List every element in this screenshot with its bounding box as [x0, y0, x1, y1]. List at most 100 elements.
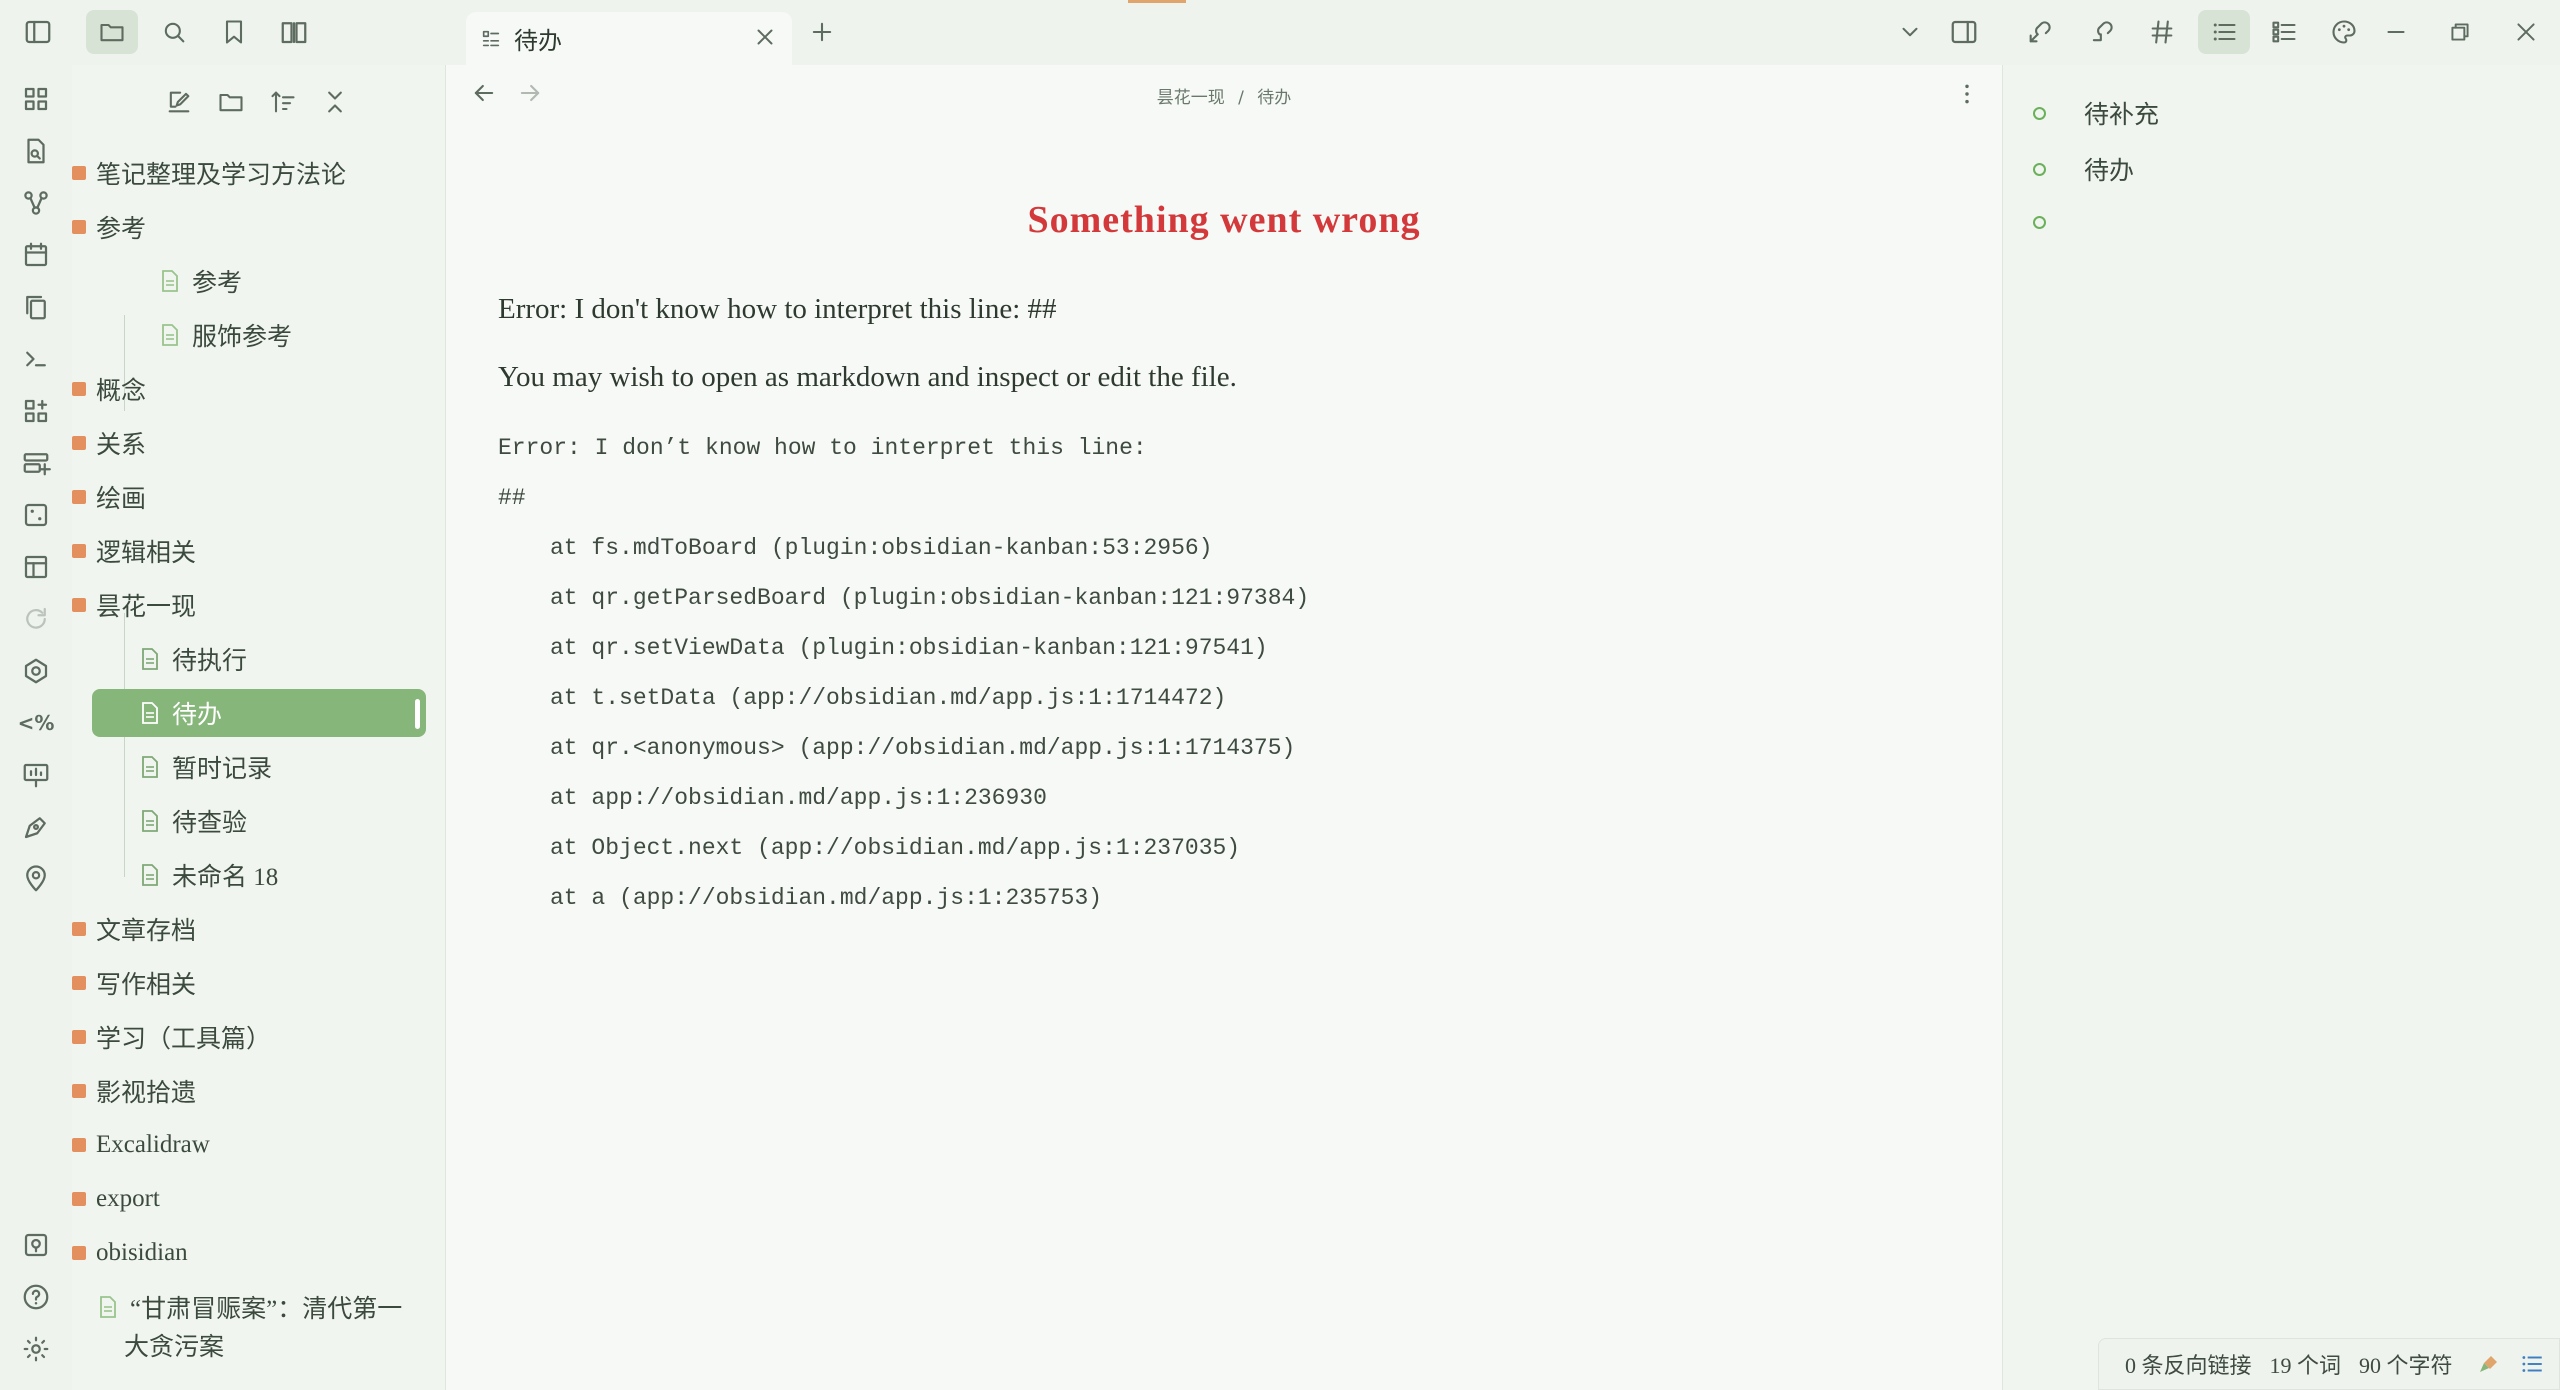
gear-icon — [23, 1336, 49, 1362]
tags-button[interactable] — [2136, 10, 2188, 54]
settings-button[interactable] — [16, 1329, 56, 1369]
tasks-button[interactable] — [2258, 10, 2310, 54]
folder-item[interactable]: 逻辑相关 — [72, 527, 196, 575]
help-button[interactable] — [16, 1277, 56, 1317]
command-palette-button[interactable] — [16, 339, 56, 379]
toggle-right-sidebar-button[interactable] — [1938, 10, 1990, 54]
file-item[interactable]: 待执行 — [140, 635, 247, 683]
daily-note-button[interactable] — [16, 235, 56, 275]
sort-button[interactable] — [266, 85, 300, 119]
new-folder-button[interactable] — [214, 85, 248, 119]
file-item[interactable]: 未命名 18 — [140, 851, 278, 899]
plugins-button[interactable] — [16, 391, 56, 431]
folder-item[interactable]: 学习（工具篇） — [72, 1013, 271, 1061]
templates-button[interactable] — [16, 287, 56, 327]
sync-button[interactable] — [16, 599, 56, 639]
folder-item[interactable]: 昙花一现 — [72, 581, 196, 629]
collapse-all-button[interactable] — [318, 85, 352, 119]
tab-list-button[interactable] — [1884, 10, 1936, 54]
dashboard-button[interactable] — [16, 79, 56, 119]
stack-line: at fs.mdToBoard (plugin:obsidian-kanban:… — [550, 535, 1213, 561]
kanban-icon — [482, 30, 500, 46]
new-note-button[interactable] — [162, 85, 196, 119]
file-item-continuation[interactable]: 大贪污案 — [124, 1321, 224, 1369]
folder-item[interactable]: 笔记整理及学习方法论 — [72, 149, 346, 197]
bookmarks-view-button[interactable] — [208, 10, 260, 54]
file-item[interactable]: 参考 — [160, 257, 242, 305]
file-explorer: 笔记整理及学习方法论 参考 参考 服饰参考 概念 关系 绘画 逻辑相关 昙花一现… — [72, 65, 446, 1390]
folder-item[interactable]: export — [72, 1175, 160, 1223]
hint-text: You may wish to open as markdown and ins… — [498, 361, 1237, 393]
copy-icon — [26, 295, 46, 320]
close-icon — [757, 29, 773, 45]
file-item-active[interactable]: 待办 — [92, 689, 426, 737]
stack-line: at Object.next (app://obsidian.md/app.js… — [550, 835, 1241, 861]
quick-switcher-button[interactable] — [16, 131, 56, 171]
presentation-icon — [23, 763, 49, 788]
stack-header: Error: I don’t know how to interpret thi… — [498, 435, 1147, 461]
folder-icon — [100, 23, 124, 42]
folder-item[interactable]: 概念 — [72, 365, 146, 413]
breadcrumb-current[interactable]: 待办 — [1257, 88, 1291, 108]
image-frame-icon — [24, 503, 48, 527]
sidebar-left-icon — [25, 20, 51, 44]
edit-icon — [168, 91, 190, 113]
file-item[interactable]: 服饰参考 — [160, 311, 292, 359]
folder-item[interactable]: obisidian — [72, 1229, 188, 1277]
tree-label: Excalidraw — [96, 1131, 210, 1158]
tree-label: 昙花一现 — [96, 594, 197, 621]
file-icon — [142, 702, 158, 724]
minimize-button[interactable] — [2370, 10, 2422, 54]
folder-icon — [72, 1192, 86, 1206]
outline-button[interactable] — [2198, 10, 2250, 54]
folder-item[interactable]: 影视拾遗 — [72, 1067, 196, 1115]
close-window-button[interactable] — [2500, 10, 2552, 54]
layout-button[interactable] — [16, 547, 56, 587]
folder-item[interactable]: Excalidraw — [72, 1121, 210, 1169]
tab-todo[interactable]: 待办 — [466, 12, 792, 65]
outline-item[interactable]: 待补充 — [2033, 95, 2159, 131]
draw-button[interactable] — [16, 807, 56, 847]
kanban-board-button[interactable] — [16, 443, 56, 483]
folder-item[interactable]: 参考 — [72, 203, 146, 251]
outline-status-button[interactable] — [2519, 1351, 2545, 1377]
folder-icon — [72, 598, 86, 612]
outgoing-links-button[interactable] — [2076, 10, 2128, 54]
outline-item[interactable] — [2033, 207, 2084, 237]
outline-bullet-icon — [2033, 106, 2046, 120]
outline-item[interactable]: 待办 — [2033, 151, 2134, 187]
folder-item[interactable]: 写作相关 — [72, 959, 196, 1007]
snippets-button[interactable]: <% — [16, 703, 56, 743]
restore-button[interactable] — [2434, 10, 2486, 54]
vault-switcher-button[interactable] — [16, 1225, 56, 1265]
search-view-button[interactable] — [148, 10, 200, 54]
reading-view-button[interactable] — [268, 10, 320, 54]
excalidraw-button[interactable] — [16, 651, 56, 691]
theme-button[interactable] — [2318, 10, 2370, 54]
slides-button[interactable] — [16, 755, 56, 795]
new-tab-button[interactable] — [796, 10, 848, 54]
folder-icon — [72, 922, 86, 936]
folder-item[interactable]: 绘画 — [72, 473, 146, 521]
breadcrumb-parent[interactable]: 昙花一现 — [1157, 88, 1225, 108]
close-tab-button[interactable] — [752, 24, 778, 50]
more-options-button[interactable] — [1954, 81, 1980, 107]
stack-line: at app://obsidian.md/app.js:1:236930 — [550, 785, 1047, 811]
folder-item[interactable]: 文章存档 — [72, 905, 196, 953]
backlinks-button[interactable] — [2014, 10, 2066, 54]
folder-item[interactable]: 关系 — [72, 419, 146, 467]
file-icon — [162, 324, 178, 346]
file-item[interactable]: 待查验 — [140, 797, 247, 845]
tree-label: 文章存档 — [96, 918, 197, 945]
graph-view-button[interactable] — [16, 183, 56, 223]
map-view-button[interactable] — [16, 859, 56, 899]
files-view-button[interactable] — [86, 10, 138, 54]
toggle-left-sidebar-button[interactable] — [12, 10, 64, 54]
graph-icon — [24, 191, 48, 215]
sync-status-button[interactable] — [2477, 1352, 2501, 1376]
file-item[interactable]: 暂时记录 — [140, 743, 272, 791]
link-in-icon — [2029, 21, 2051, 43]
stack-line: at qr.<anonymous> (app://obsidian.md/app… — [550, 735, 1296, 761]
backlinks-count[interactable]: 0 条反向链接 — [2125, 1348, 2252, 1380]
canvas-button[interactable] — [16, 495, 56, 535]
